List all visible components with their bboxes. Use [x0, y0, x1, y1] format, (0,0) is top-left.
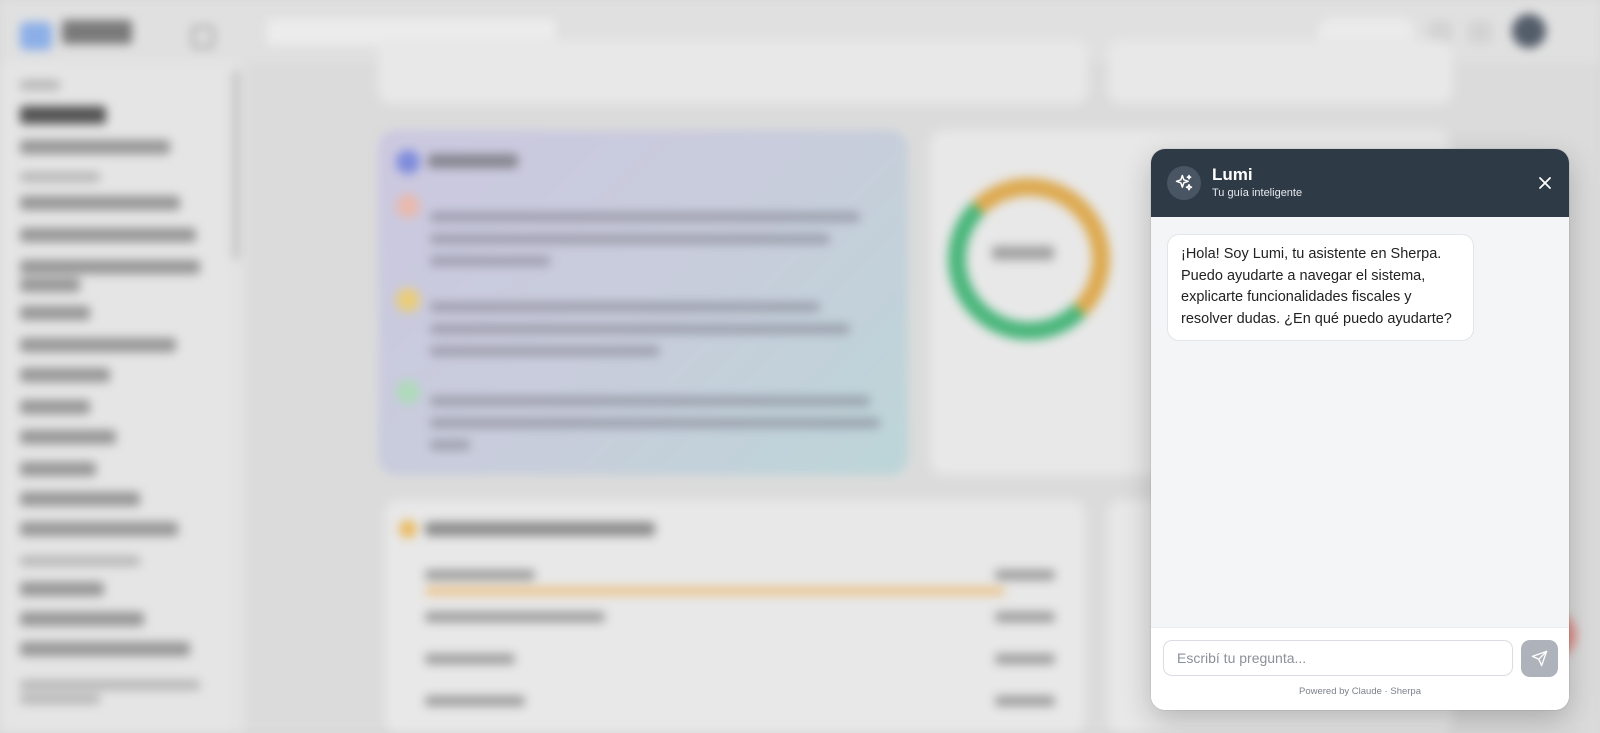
assistant-chat-panel: Lumi Tu guía inteligente ¡Hola! Soy Lumi… [1151, 149, 1569, 710]
close-icon[interactable] [1535, 173, 1555, 193]
sparkles-icon [1167, 166, 1201, 200]
chat-input[interactable] [1163, 640, 1513, 676]
chat-subtitle: Tu guía inteligente [1212, 187, 1303, 199]
assistant-message: ¡Hola! Soy Lumi, tu asistente en Sherpa.… [1167, 234, 1474, 341]
chat-message-list: ¡Hola! Soy Lumi, tu asistente en Sherpa.… [1151, 217, 1569, 627]
chat-title: Lumi [1212, 165, 1253, 184]
powered-by-label: Powered by Claude · Sherpa [1299, 686, 1421, 697]
chat-footer: Powered by Claude · Sherpa [1151, 627, 1569, 710]
send-button[interactable] [1521, 640, 1558, 677]
chat-header: Lumi Tu guía inteligente [1151, 149, 1569, 217]
send-icon [1531, 650, 1548, 667]
